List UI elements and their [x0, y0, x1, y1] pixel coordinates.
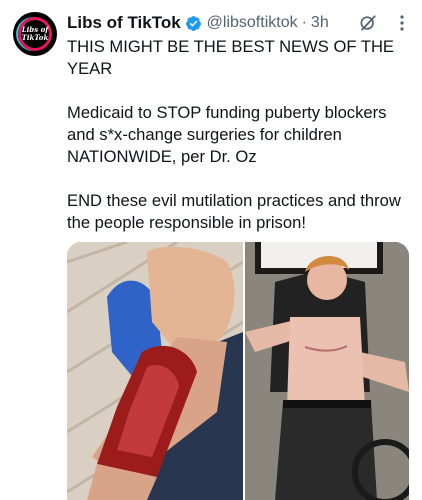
avatar[interactable]: Libs of TikTok — [13, 12, 57, 56]
post-header: Libs of TikTok @libsoftiktok · 3h — [67, 12, 412, 34]
avatar-logo-text: Libs of TikTok — [22, 26, 49, 42]
post-text: THIS MIGHT BE THE BEST NEWS OF THE YEAR … — [67, 36, 412, 234]
post-text-paragraph-1: THIS MIGHT BE THE BEST NEWS OF THE YEAR — [67, 37, 395, 78]
separator-dot: · — [301, 14, 307, 31]
author-display-name[interactable]: Libs of TikTok — [67, 13, 181, 33]
avatar-logo: Libs of TikTok — [18, 17, 52, 51]
post-timestamp[interactable]: 3h — [311, 14, 329, 32]
post-text-paragraph-3: END these evil mutilation practices and … — [67, 191, 401, 232]
avatar-text-line2: TikTok — [21, 33, 49, 42]
media-photo-right[interactable] — [245, 242, 409, 500]
post-media[interactable] — [67, 242, 409, 500]
author-handle[interactable]: @libsoftiktok — [207, 14, 298, 32]
grok-icon[interactable] — [358, 13, 378, 33]
verified-badge-icon — [185, 15, 202, 32]
post-text-paragraph-2: Medicaid to STOP funding puberty blocker… — [67, 103, 387, 166]
media-photo-left[interactable] — [67, 242, 243, 500]
more-options-icon[interactable] — [392, 13, 412, 33]
